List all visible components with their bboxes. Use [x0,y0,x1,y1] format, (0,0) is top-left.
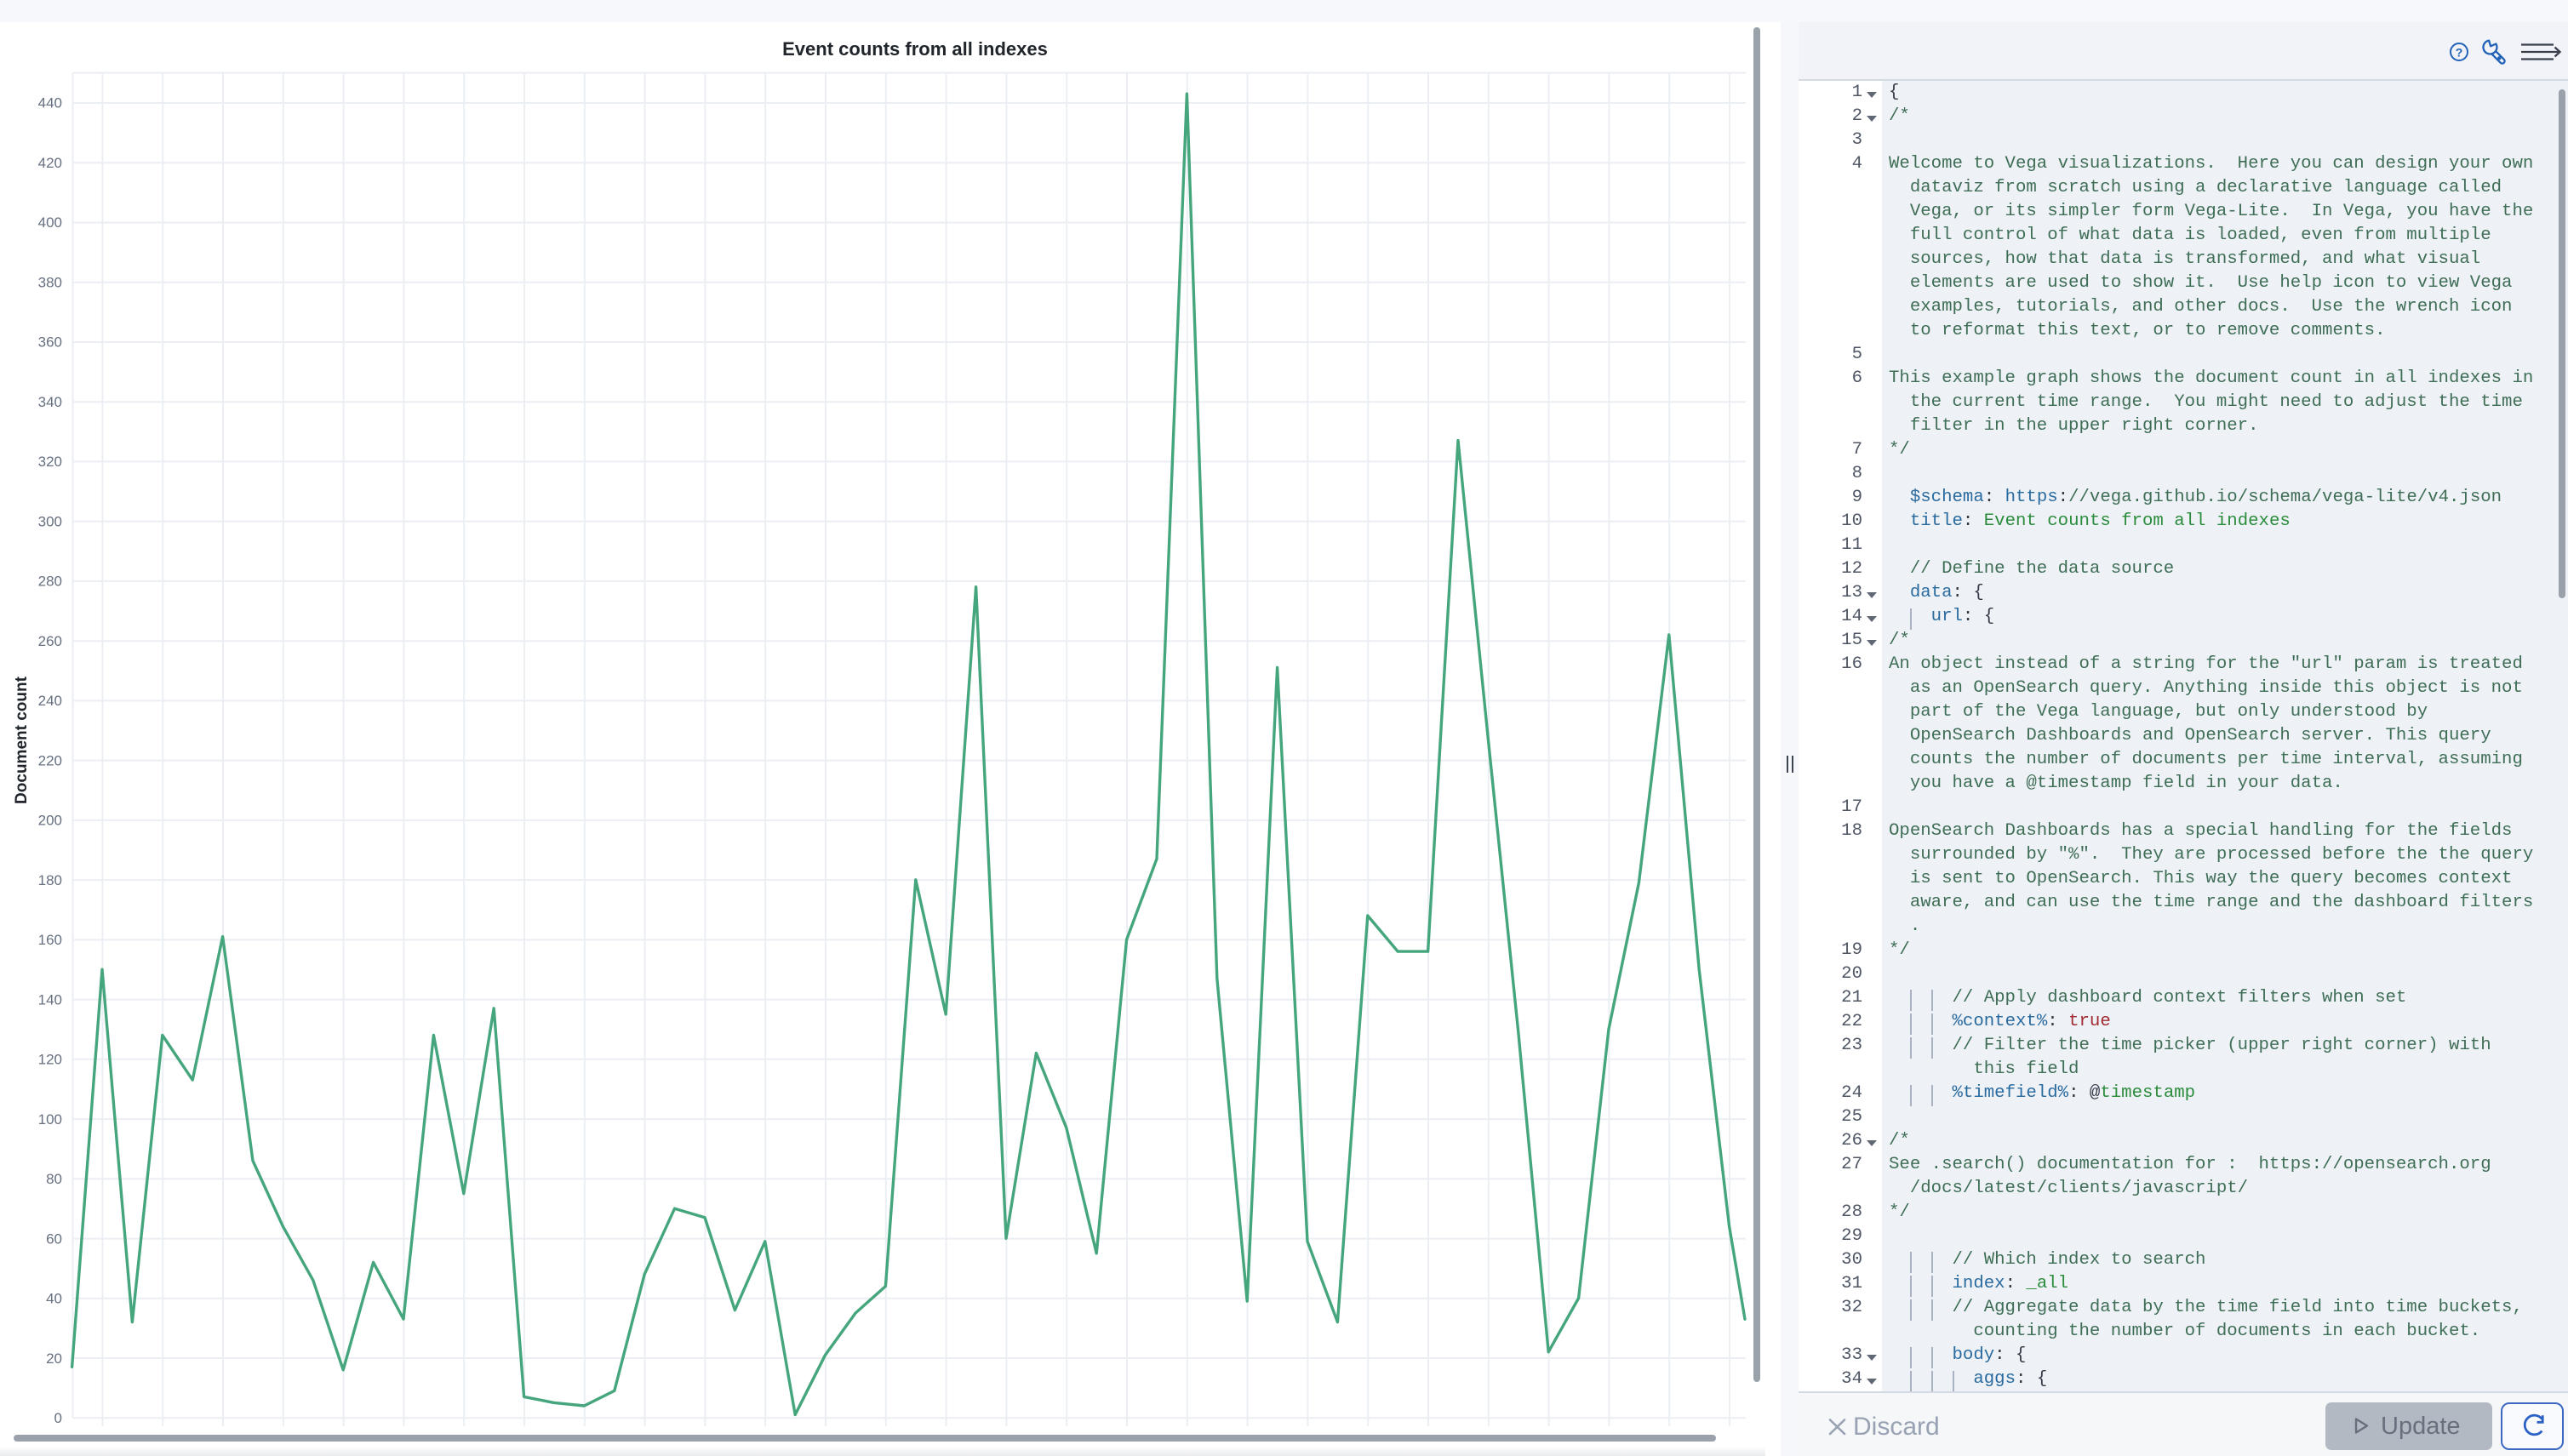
svg-text:100: 100 [38,1111,62,1128]
svg-text:120: 120 [38,1052,62,1068]
svg-text:20: 20 [46,1350,62,1367]
svg-text:200: 200 [38,813,62,829]
svg-text:420: 420 [38,155,62,171]
svg-text:40: 40 [46,1291,62,1307]
svg-text:260: 260 [38,633,62,649]
svg-text:380: 380 [38,274,62,290]
svg-text:140: 140 [38,991,62,1008]
svg-text:360: 360 [38,334,62,351]
svg-text:Event counts from all indexes: Event counts from all indexes [782,38,1048,60]
svg-text:160: 160 [38,932,62,948]
svg-text:400: 400 [38,214,62,231]
svg-text:320: 320 [38,454,62,470]
svg-text:180: 180 [38,872,62,888]
svg-text:280: 280 [38,574,62,590]
svg-text:80: 80 [46,1171,62,1187]
svg-text:340: 340 [38,394,62,410]
svg-text:Document count: Document count [13,676,31,804]
svg-text:220: 220 [38,752,62,768]
svg-text:240: 240 [38,693,62,709]
svg-text:300: 300 [38,513,62,529]
svg-text:60: 60 [46,1230,62,1247]
svg-text:0: 0 [54,1410,62,1426]
svg-text:440: 440 [38,95,62,111]
